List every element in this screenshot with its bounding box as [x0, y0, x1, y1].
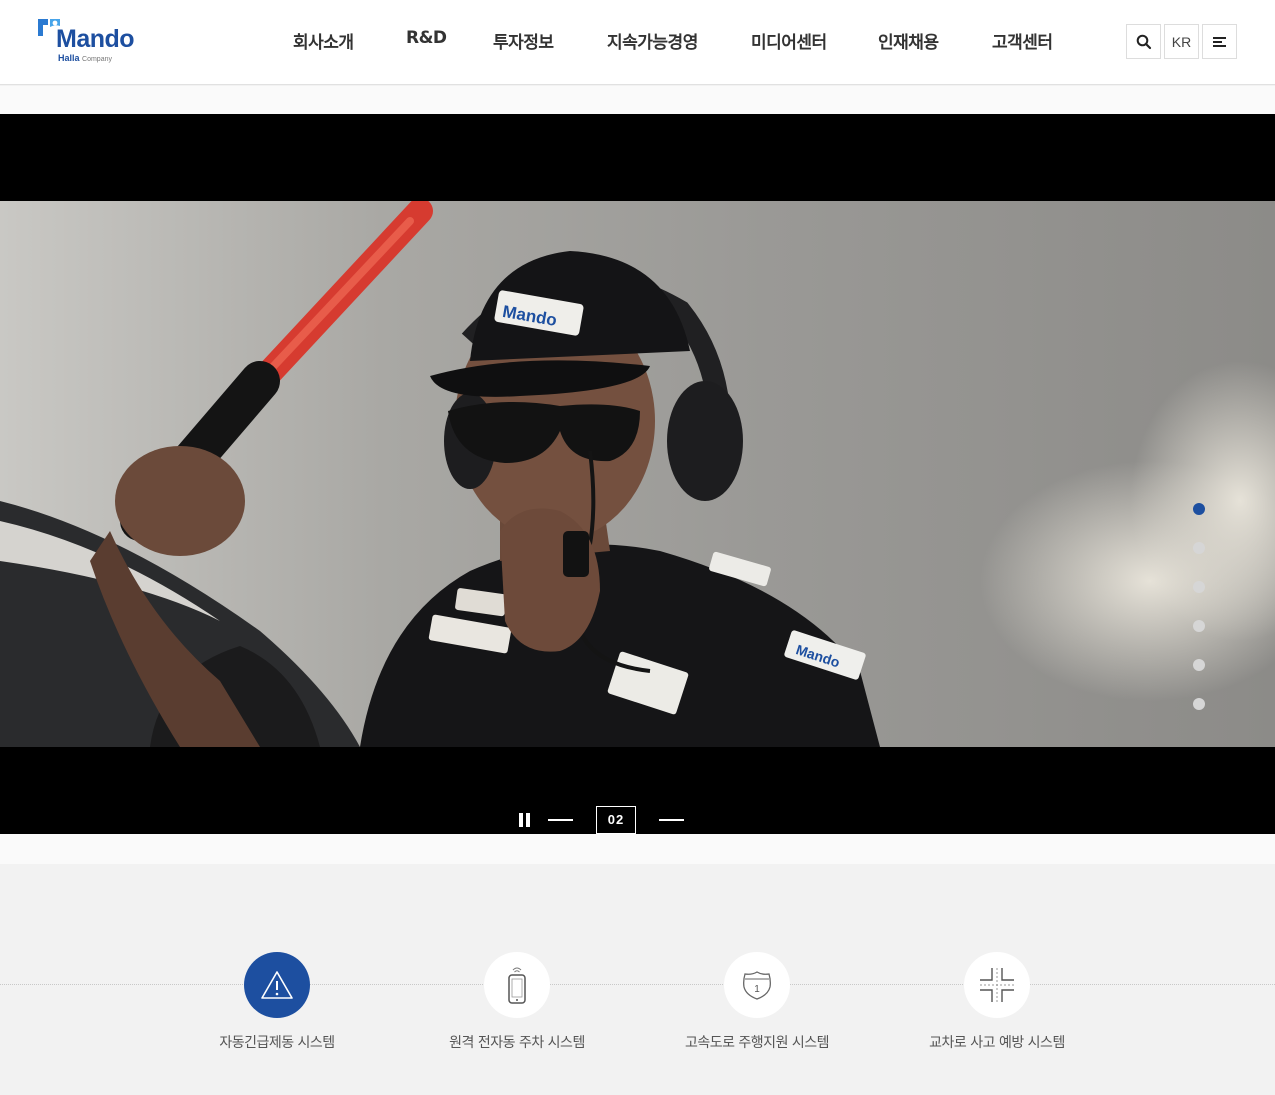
slide-dot-5[interactable]	[1193, 659, 1205, 671]
logo-sub-brand: Halla	[58, 53, 80, 63]
slide-dot-4[interactable]	[1193, 620, 1205, 632]
progress-line-right	[659, 819, 684, 821]
hero-scene-illustration: Mando Mando	[0, 201, 1275, 747]
hero-video-frame: Mando Mando	[0, 201, 1275, 747]
slide-dot-3[interactable]	[1193, 581, 1205, 593]
feature-label: 고속도로 주행지원 시스템	[684, 1035, 830, 1051]
logo-subline: Halla Company	[58, 53, 112, 63]
nav-item-investor[interactable]: 투자정보	[493, 28, 554, 53]
progress-line-left	[548, 819, 573, 821]
feature-icon-circle	[964, 952, 1030, 1018]
nav-item-company[interactable]: 회사소개	[293, 28, 354, 53]
menu-button[interactable]	[1202, 24, 1237, 59]
hero-video: Mando Mando	[0, 114, 1275, 834]
search-button[interactable]	[1126, 24, 1161, 59]
feature-tabs-section: 자동긴급제동 시스템 원격 전자동 주차 시스템 1 고속도로 주행지원 시스템	[0, 864, 1275, 1095]
logo-sub-suffix: Company	[82, 56, 112, 63]
hero-top-spacer	[0, 86, 1275, 114]
highway-shield-icon: 1	[743, 971, 771, 1000]
nav-item-careers[interactable]: 인재채용	[878, 28, 939, 53]
feature-tab-remote-parking[interactable]: 원격 전자동 주차 시스템	[407, 952, 627, 1062]
feature-icon-circle	[244, 952, 310, 1018]
pause-icon-bar	[526, 813, 530, 827]
nav-item-sustainability[interactable]: 지속가능경영	[607, 28, 698, 53]
nav-item-rnd[interactable]: R&D	[406, 28, 447, 48]
smartphone-icon	[508, 967, 526, 1004]
slide-dot-6[interactable]	[1193, 698, 1205, 710]
feature-tab-intersection[interactable]: 교차로 사고 예방 시스템	[887, 952, 1107, 1062]
menu-icon	[1212, 36, 1226, 47]
slide-controls: 02	[0, 806, 1275, 834]
feature-icon-circle: 1	[724, 952, 790, 1018]
feature-icon-circle	[484, 952, 550, 1018]
svg-text:1: 1	[754, 984, 760, 995]
slide-number: 02	[596, 806, 636, 834]
intersection-icon	[980, 968, 1014, 1002]
feature-tab-emergency-braking[interactable]: 자동긴급제동 시스템	[167, 952, 387, 1062]
slide-dot-1[interactable]	[1193, 503, 1205, 515]
main-nav: 회사소개 R&D 투자정보 지속가능경영 미디어센터 인재채용 고객센터	[0, 28, 1275, 54]
pause-icon	[519, 813, 523, 827]
nav-item-media[interactable]: 미디어센터	[751, 28, 827, 53]
slide-dot-2[interactable]	[1193, 542, 1205, 554]
search-icon	[1136, 34, 1151, 49]
feature-label: 원격 전자동 주차 시스템	[449, 1035, 585, 1051]
warning-icon	[261, 971, 293, 999]
feature-tab-highway-assist[interactable]: 1 고속도로 주행지원 시스템	[647, 952, 867, 1062]
language-button[interactable]: KR	[1164, 24, 1199, 59]
hero-bottom-spacer	[0, 834, 1275, 864]
pause-button[interactable]	[519, 813, 531, 827]
feature-label: 자동긴급제동 시스템	[219, 1035, 335, 1051]
nav-item-customer[interactable]: 고객센터	[992, 28, 1053, 53]
feature-label: 교차로 사고 예방 시스템	[929, 1035, 1065, 1051]
site-header: Mando Halla Company 회사소개 R&D 투자정보 지속가능경영…	[0, 0, 1275, 85]
slide-pager	[1193, 503, 1207, 713]
